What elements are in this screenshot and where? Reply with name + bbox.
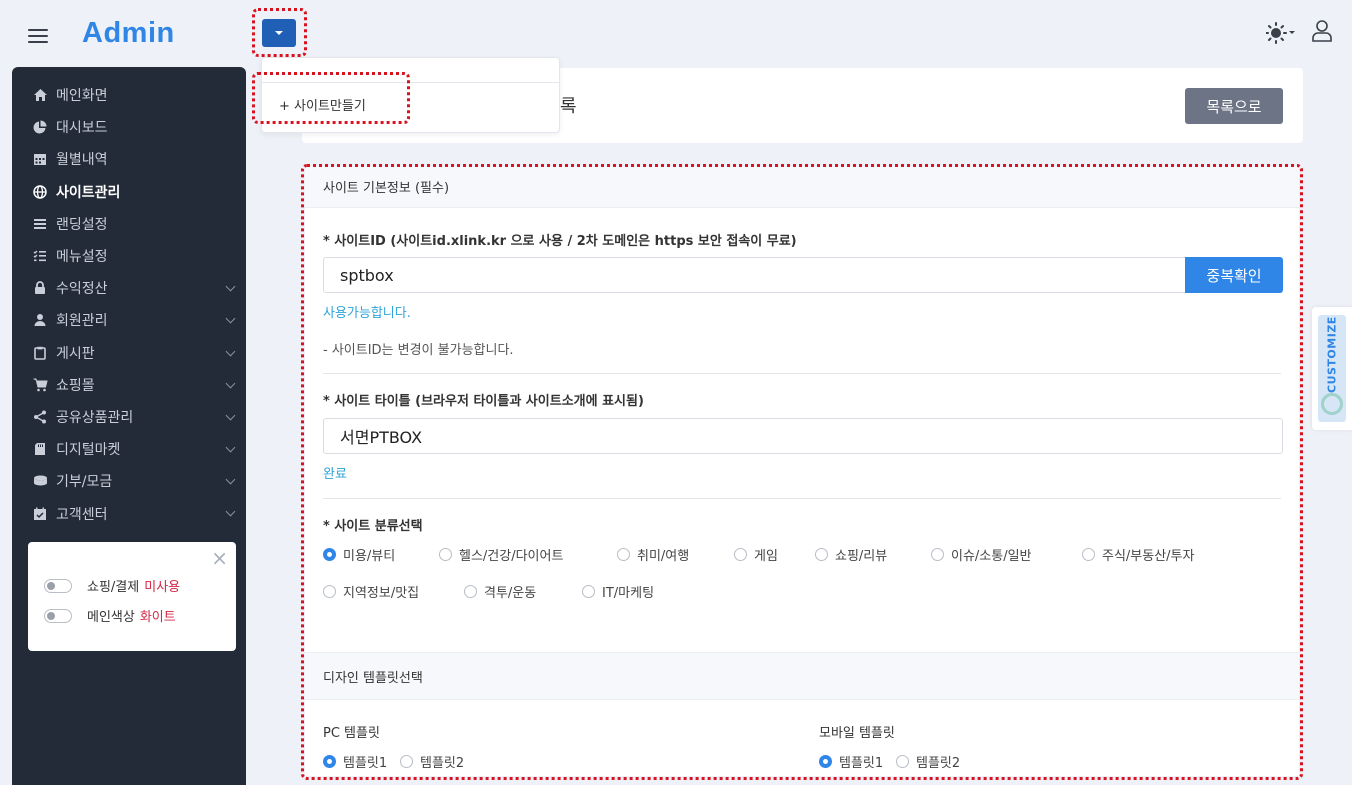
sidebar-item[interactable]: 수익정산 [12, 272, 246, 304]
chevron-down-icon [225, 378, 236, 389]
close-icon[interactable]: × [211, 548, 228, 568]
settings-card: × 쇼핑/결제 미사용 메인색상 화이트 [28, 542, 236, 651]
sidebar-item[interactable]: 기부/모금 [12, 465, 246, 497]
sd-card-icon [32, 441, 48, 457]
globe-icon [32, 184, 48, 200]
sidebar-item-label: 메뉴설정 [56, 249, 108, 266]
checklist-icon [32, 248, 48, 264]
sidebar-item-label: 사이트관리 [56, 184, 121, 201]
lock-icon [32, 280, 48, 296]
brand-logo[interactable]: Admin [82, 17, 175, 50]
pie-chart-icon [32, 119, 48, 135]
share-icon [32, 409, 48, 425]
user-icon [32, 312, 48, 328]
sidebar-item-label: 고객센터 [56, 506, 108, 523]
customize-ring-icon [1321, 393, 1343, 415]
back-to-list-button[interactable]: 목록으로 [1185, 88, 1283, 124]
calendar-icon [32, 151, 48, 167]
clipboard-icon [32, 345, 48, 361]
chevron-down-icon [225, 346, 236, 356]
page-title: 록 [560, 96, 577, 117]
color-toggle-switch[interactable] [44, 608, 72, 623]
sidebar-item-label: 쇼핑몰 [56, 377, 95, 394]
sidebar-item[interactable]: 사이트관리 [12, 176, 246, 208]
sidebar-item-label: 기부/모금 [56, 474, 113, 491]
chevron-down-icon [225, 313, 236, 324]
sidebar-item-label: 공유상품관리 [56, 409, 134, 426]
color-toggle-value: 화이트 [139, 610, 176, 625]
sidebar-item[interactable]: 회원관리 [12, 304, 246, 336]
chevron-down-icon [225, 474, 236, 485]
shopping-toggle-row: 쇼핑/결제 미사용 [44, 576, 180, 595]
shopping-toggle-value: 미사용 [144, 580, 181, 595]
sidebar-item-label: 랜딩설정 [56, 216, 108, 233]
sidebar-item-label: 회원관리 [56, 313, 108, 330]
sidebar-item[interactable]: 쇼핑몰 [12, 369, 246, 401]
chevron-down-icon [225, 281, 236, 292]
color-toggle-row: 메인색상 화이트 [44, 606, 176, 625]
list-icon [32, 216, 48, 232]
home-icon [32, 87, 48, 103]
sidebar-item[interactable]: 공유상품관리 [12, 401, 246, 433]
coins-icon [32, 473, 48, 489]
shopping-toggle-switch[interactable] [44, 578, 72, 593]
chevron-down-icon [225, 410, 236, 421]
cart-icon [32, 377, 48, 393]
highlight-dropdown-toggle [252, 8, 307, 57]
sidebar-item[interactable]: 고객센터 [12, 497, 246, 529]
sidebar-item[interactable]: 디지털마켓 [12, 433, 246, 465]
sidebar-item[interactable]: 랜딩설정 [12, 208, 246, 240]
highlight-create-site [252, 72, 410, 124]
hamburger-menu-icon[interactable] [28, 29, 48, 43]
chevron-down-icon [225, 506, 236, 517]
highlight-form [301, 164, 1303, 780]
sidebar-item-label: 수익정산 [56, 281, 108, 298]
sidebar-item-label: 게시판 [56, 345, 95, 362]
customize-tab[interactable]: CUSTOMIZE [1312, 307, 1352, 430]
sidebar-item[interactable]: 메인화면 [12, 79, 246, 111]
sidebar-item[interactable]: 월별내역 [12, 143, 246, 175]
sidebar-item[interactable]: 메뉴설정 [12, 240, 246, 272]
sidebar: 메인화면대시보드월별내역사이트관리랜딩설정메뉴설정수익정산회원관리게시판쇼핑몰공… [12, 67, 246, 785]
calendar-check-icon [32, 506, 48, 522]
chevron-down-icon [225, 442, 236, 453]
user-profile-icon[interactable] [1312, 20, 1332, 46]
sidebar-item-label: 대시보드 [56, 120, 108, 137]
sidebar-item[interactable]: 대시보드 [12, 111, 246, 143]
customize-label: CUSTOMIZE [1325, 316, 1339, 394]
sidebar-item[interactable]: 게시판 [12, 337, 246, 369]
theme-toggle-icon[interactable] [1266, 20, 1296, 46]
color-toggle-label: 메인색상 [87, 610, 135, 625]
shopping-toggle-label: 쇼핑/결제 [87, 580, 140, 595]
sidebar-item-label: 메인화면 [56, 88, 108, 105]
sidebar-item-label: 디지털마켓 [56, 442, 121, 459]
sidebar-item-label: 월별내역 [56, 152, 108, 169]
